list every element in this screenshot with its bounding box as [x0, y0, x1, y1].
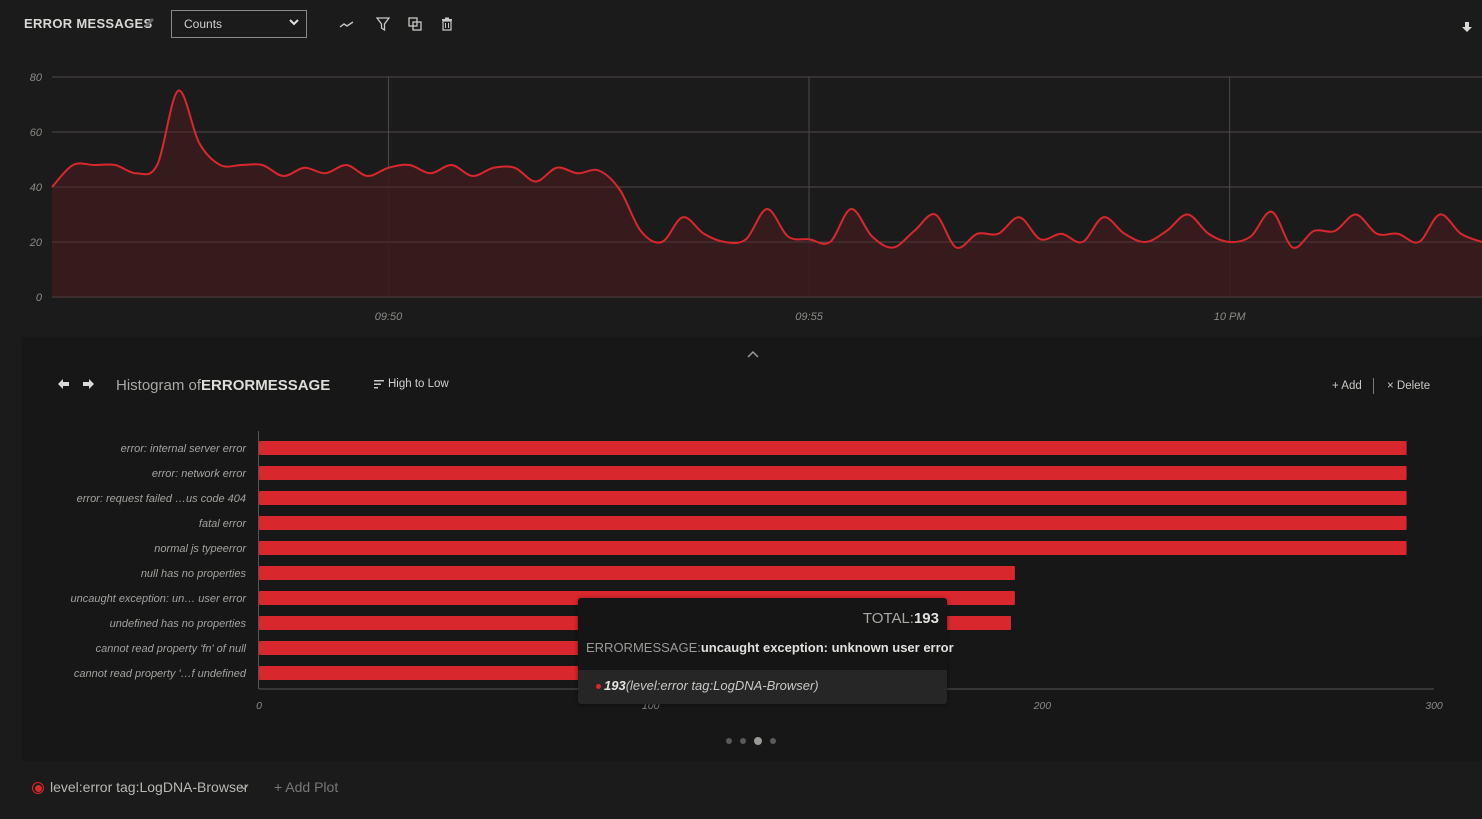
- bar-category-label: uncaught exception: un… user error: [71, 593, 248, 605]
- bar-category-label: error: request failed …us code 404: [77, 493, 246, 505]
- y-tick-label: 80: [30, 72, 43, 84]
- series-area: [52, 90, 1482, 297]
- bar-tooltip: TOTAL:193 ERRORMESSAGE:uncaught exceptio…: [578, 598, 954, 704]
- tooltip-total-value: 193: [913, 610, 939, 627]
- pager-dot[interactable]: [770, 738, 776, 744]
- bar-category-label: error: network error: [152, 468, 247, 480]
- timeseries-svg: 0 20 40 60 80 09:50 09:55 10 PM: [29, 72, 1482, 323]
- histogram-bar: [259, 516, 1407, 530]
- y-tick-label: 40: [30, 182, 43, 194]
- tooltip-field: ERRORMESSAGE:uncaught exception: unknown…: [586, 640, 954, 655]
- y-tick-label: 0: [36, 292, 43, 304]
- x-tick-label: 10 PM: [1214, 311, 1247, 323]
- chevron-down-icon[interactable]: [239, 784, 249, 792]
- tooltip-total-label: TOTAL:: [862, 610, 914, 627]
- histogram-panel: Histogram ofERRORMESSAGE High to Low + A…: [22, 337, 1482, 761]
- filter-icon: [376, 17, 390, 31]
- series-color-icon[interactable]: [32, 782, 44, 794]
- tooltip-series-name: (level:error tag:LogDNA-Browser): [625, 678, 819, 693]
- y-tick-label: 60: [30, 127, 43, 139]
- edit-icon[interactable]: [143, 15, 155, 29]
- x-tick-label: 09:55: [795, 311, 823, 323]
- duplicate-button[interactable]: [405, 14, 425, 34]
- bar-category-label: error: internal server error: [121, 443, 248, 455]
- panel-title: ERROR MESSAGES: [24, 16, 153, 31]
- line-chart-icon: [339, 21, 354, 28]
- pager-dot[interactable]: [726, 738, 732, 744]
- bar-category-label: null has no properties: [141, 568, 247, 580]
- y-tick-label: 20: [29, 237, 43, 249]
- x-tick-label: 300: [1425, 700, 1443, 712]
- panel-header: ERROR MESSAGES Counts: [0, 0, 1482, 48]
- download-icon[interactable]: [1460, 20, 1474, 34]
- chevron-down-icon: [289, 19, 299, 26]
- histogram-bar: [259, 541, 1407, 555]
- tooltip-field-label: ERRORMESSAGE:: [586, 640, 701, 655]
- delete-chart-button[interactable]: [437, 14, 457, 34]
- x-tick-label: 09:50: [375, 311, 403, 323]
- trash-icon: [442, 17, 452, 31]
- duplicate-icon: [408, 17, 422, 31]
- histogram-bar: [259, 566, 1015, 580]
- error-count-timeseries[interactable]: 0 20 40 60 80 09:50 09:55 10 PM: [0, 60, 1482, 330]
- plot-legend-bar: level:error tag:LogDNA-Browser + Add Plo…: [0, 770, 1482, 819]
- tooltip-field-value: uncaught exception: unknown user error: [700, 640, 954, 655]
- x-tick-label: 200: [1033, 700, 1052, 712]
- metric-select[interactable]: Counts: [171, 10, 307, 38]
- histogram-pager: [726, 737, 776, 745]
- bar-category-label: fatal error: [199, 518, 247, 530]
- bar-category-label: cannot read property '…f undefined: [74, 668, 247, 680]
- tooltip-total: TOTAL:193: [863, 610, 939, 627]
- histogram-bar: [259, 466, 1407, 480]
- x-tick-label: 0: [256, 700, 262, 712]
- tooltip-series-value: 193: [604, 678, 626, 693]
- series-color-dot: [596, 684, 601, 689]
- pager-dot[interactable]: [740, 738, 746, 744]
- bar-category-label: cannot read property 'fn' of null: [96, 643, 247, 655]
- histogram-bar: [259, 491, 1407, 505]
- tooltip-series-row: 193(level:error tag:LogDNA-Browser): [578, 670, 947, 704]
- series-selector[interactable]: level:error tag:LogDNA-Browser: [50, 779, 248, 795]
- tooltip-series-text: 193(level:error tag:LogDNA-Browser): [604, 678, 819, 693]
- bar-category-label: undefined has no properties: [110, 618, 247, 630]
- bar-category-label: normal js typeerror: [154, 543, 247, 555]
- filter-button[interactable]: [373, 14, 393, 34]
- add-plot-button[interactable]: + Add Plot: [274, 779, 338, 795]
- histogram-bar: [259, 441, 1407, 455]
- line-chart-button[interactable]: [337, 14, 357, 34]
- pager-dot[interactable]: [754, 737, 762, 745]
- metric-select-value: Counts: [184, 17, 223, 31]
